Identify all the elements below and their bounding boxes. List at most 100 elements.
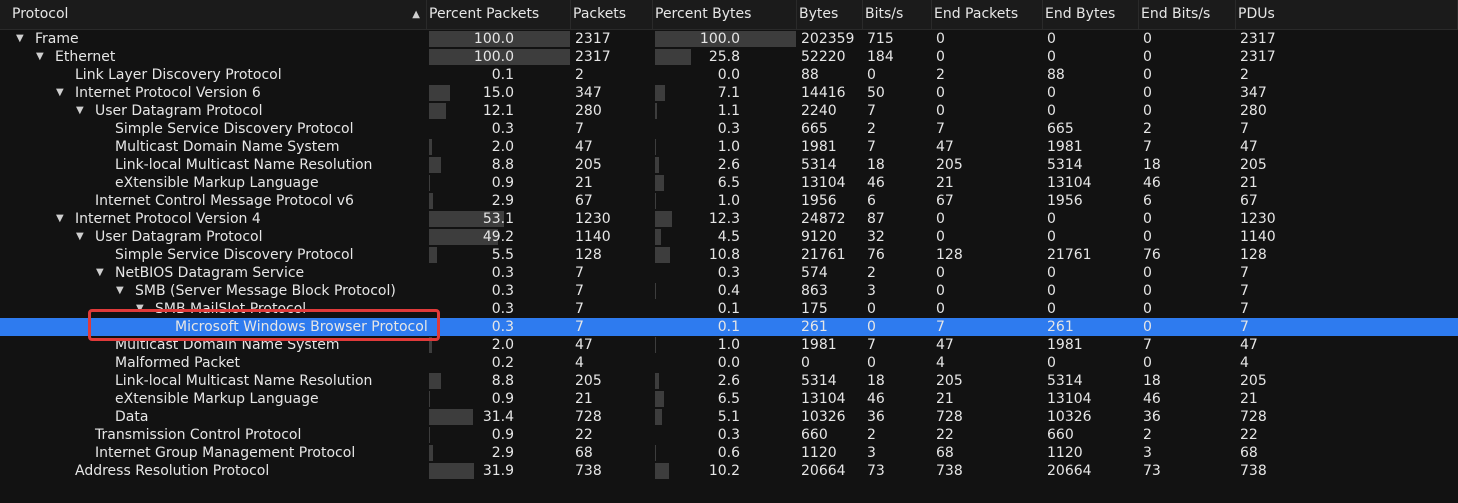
- table-row[interactable]: Simple Service Discovery Protocol 0.3 0.3 7…: [0, 120, 1458, 138]
- pct-bytes-cell: 4.5: [653, 228, 797, 246]
- triangle-down-icon[interactable]: ▼: [16, 30, 24, 48]
- end-packets-cell: 0: [936, 229, 945, 245]
- pct-bytes-cell: 5.1: [653, 408, 797, 426]
- pdus-cell: 7: [1240, 265, 1249, 281]
- table-row[interactable]: ▼ User Datagram Protocol 12.1 1.1 280 2240 7 0 0…: [0, 102, 1458, 120]
- column-header-end-packets[interactable]: End Packets: [932, 0, 1043, 29]
- table-row[interactable]: Transmission Control Protocol 0.9 0.3 22 660…: [0, 426, 1458, 444]
- table-row-selected[interactable]: Microsoft Windows Browser Protocol 0.3 0.1…: [0, 318, 1458, 336]
- table-row[interactable]: ▼ SMB MailSlot Protocol 0.3 0.1 7 175 0 0 0 0 7: [0, 300, 1458, 318]
- bytes-cell: 14416: [801, 85, 846, 101]
- protocol-cell: Address Resolution Protocol: [0, 462, 427, 480]
- end-bytes-cell: 0: [1047, 49, 1056, 65]
- protocol-hierarchy-table[interactable]: Protocol ▲ Percent Packets Packets Percent B…: [0, 0, 1458, 503]
- table-row[interactable]: Multicast Domain Name System 2.0 1.0 47 1981…: [0, 138, 1458, 156]
- triangle-down-icon[interactable]: ▼: [96, 264, 104, 282]
- table-row[interactable]: ▼ Internet Protocol Version 4 53.1 12.3 1230…: [0, 210, 1458, 228]
- triangle-down-icon[interactable]: ▼: [56, 210, 64, 228]
- protocol-cell: ▼ SMB (Server Message Block Protocol): [0, 282, 427, 300]
- packets-cell: 1230: [575, 211, 611, 227]
- table-row[interactable]: Simple Service Discovery Protocol 5.5 10.8…: [0, 246, 1458, 264]
- end-packets-cell: 0: [936, 301, 945, 317]
- end-bits-s-cell: 76: [1143, 247, 1161, 263]
- table-row[interactable]: Internet Control Message Protocol v6 2.9 1…: [0, 192, 1458, 210]
- table-row[interactable]: ▼ SMB (Server Message Block Protocol) 0.3 0…: [0, 282, 1458, 300]
- pct-bytes-cell: 7.1: [653, 84, 797, 102]
- table-row[interactable]: ▼ User Datagram Protocol 49.2 4.5 1140 9120 32…: [0, 228, 1458, 246]
- table-row[interactable]: ▼ Frame 100.0 100.0 2317 202359 715 0 0 0 2317: [0, 30, 1458, 48]
- column-header-pdus[interactable]: PDUs: [1236, 0, 1458, 29]
- bits-s-cell: 3: [867, 283, 876, 299]
- pct-bytes-cell: 1.0: [653, 192, 797, 210]
- protocol-cell: Link-local Multicast Name Resolution: [0, 372, 427, 390]
- column-header-pct-packets[interactable]: Percent Packets: [427, 0, 571, 29]
- pct-bytes-cell: 0.4: [653, 282, 797, 300]
- pct-bytes-cell: 1.0: [653, 138, 797, 156]
- packets-cell: 205: [575, 157, 602, 173]
- triangle-down-icon[interactable]: ▼: [136, 300, 144, 318]
- table-row[interactable]: Link Layer Discovery Protocol 0.1 0.0 2 88 0 2…: [0, 66, 1458, 84]
- triangle-down-icon[interactable]: ▼: [56, 84, 64, 102]
- protocol-name: Frame: [35, 31, 79, 47]
- bits-s-cell: 7: [867, 337, 876, 353]
- end-packets-cell: 738: [936, 463, 963, 479]
- end-packets-cell: 205: [936, 373, 963, 389]
- protocol-name: Address Resolution Protocol: [75, 463, 270, 479]
- table-row[interactable]: Link-local Multicast Name Resolution 8.8 2…: [0, 372, 1458, 390]
- column-header-bits-s[interactable]: Bits/s: [863, 0, 932, 29]
- column-header-protocol[interactable]: Protocol ▲: [0, 0, 427, 29]
- column-header-pct-bytes[interactable]: Percent Bytes: [653, 0, 797, 29]
- pct-packets-cell: 5.5: [427, 246, 571, 264]
- end-bits-s-cell: 46: [1143, 391, 1161, 407]
- end-bytes-cell: 5314: [1047, 157, 1083, 173]
- table-row[interactable]: Multicast Domain Name System 2.0 1.0 47 1981…: [0, 336, 1458, 354]
- bits-s-cell: 32: [867, 229, 885, 245]
- table-row[interactable]: Data 31.4 5.1 728 10326 36 728 10326 36 728: [0, 408, 1458, 426]
- triangle-down-icon[interactable]: ▼: [76, 102, 84, 120]
- end-bytes-cell: 665: [1047, 121, 1074, 137]
- table-row[interactable]: eXtensible Markup Language 0.9 6.5 21 13104 4…: [0, 390, 1458, 408]
- pdus-cell: 7: [1240, 301, 1249, 317]
- bytes-cell: 1981: [801, 337, 837, 353]
- packets-cell: 21: [575, 175, 593, 191]
- pdus-cell: 2317: [1240, 31, 1276, 47]
- column-header-end-bytes[interactable]: End Bytes: [1043, 0, 1139, 29]
- protocol-cell: ▼ User Datagram Protocol: [0, 102, 427, 120]
- pct-bytes-cell: 10.8: [653, 246, 797, 264]
- protocol-cell: Simple Service Discovery Protocol: [0, 120, 427, 138]
- table-row[interactable]: Link-local Multicast Name Resolution 8.8 2…: [0, 156, 1458, 174]
- table-row[interactable]: ▼ Internet Protocol Version 6 15.0 7.1 347 14…: [0, 84, 1458, 102]
- percent-value: 12.1: [482, 103, 514, 119]
- triangle-down-icon[interactable]: ▼: [116, 282, 124, 300]
- column-header-end-bits-s[interactable]: End Bits/s: [1139, 0, 1236, 29]
- triangle-down-icon[interactable]: ▼: [76, 228, 84, 246]
- bits-s-cell: 87: [867, 211, 885, 227]
- pdus-cell: 1230: [1240, 211, 1276, 227]
- pdus-cell: 205: [1240, 373, 1267, 389]
- packets-cell: 2317: [575, 49, 611, 65]
- table-row[interactable]: Malformed Packet 0.2 0.0 4 0 0 4 0 0 4: [0, 354, 1458, 372]
- column-header-label: PDUs: [1238, 6, 1275, 22]
- table-row[interactable]: eXtensible Markup Language 0.9 6.5 21 13104 4…: [0, 174, 1458, 192]
- pdus-cell: 22: [1240, 427, 1258, 443]
- percent-value: 49.2: [482, 229, 514, 245]
- pct-packets-cell: 15.0: [427, 84, 571, 102]
- table-row[interactable]: Address Resolution Protocol 31.9 10.2 738 20…: [0, 462, 1458, 480]
- percent-value: 0.4: [717, 283, 740, 299]
- bytes-cell: 21761: [801, 247, 846, 263]
- protocol-name: User Datagram Protocol: [95, 103, 263, 119]
- table-row[interactable]: ▼ Ethernet 100.0 25.8 2317 52220 184 0 0 0 2317: [0, 48, 1458, 66]
- triangle-down-icon[interactable]: ▼: [36, 48, 44, 66]
- pct-packets-cell: 100.0: [427, 48, 571, 66]
- packets-cell: 7: [575, 283, 584, 299]
- protocol-name: Multicast Domain Name System: [115, 337, 340, 353]
- column-header-packets[interactable]: Packets: [571, 0, 653, 29]
- end-bits-s-cell: 0: [1143, 67, 1152, 83]
- column-header-bytes[interactable]: Bytes: [797, 0, 863, 29]
- pct-packets-cell: 0.3: [427, 264, 571, 282]
- table-row[interactable]: ▼ NetBIOS Datagram Service 0.3 0.3 7 574 2 0 0 0 7: [0, 264, 1458, 282]
- percent-value: 0.6: [717, 445, 740, 461]
- table-row[interactable]: Internet Group Management Protocol 2.9 0.6…: [0, 444, 1458, 462]
- bits-s-cell: 0: [867, 67, 876, 83]
- end-bytes-cell: 21761: [1047, 247, 1092, 263]
